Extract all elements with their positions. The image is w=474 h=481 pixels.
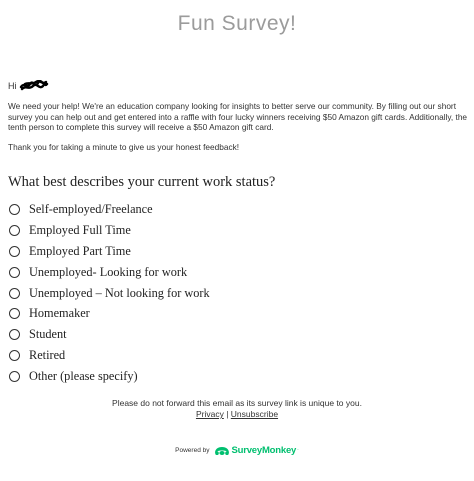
- option-label: Retired: [29, 348, 66, 363]
- radio-button-icon[interactable]: [9, 266, 20, 278]
- page-title: Fun Survey!: [177, 12, 297, 35]
- radio-button-icon[interactable]: [9, 371, 20, 383]
- option-label: Student: [29, 327, 67, 342]
- greeting-text: Hi: [8, 80, 17, 91]
- footer-links: Privacy | Unsubscribe: [0, 409, 474, 419]
- option-homemaker[interactable]: Homemaker: [9, 303, 210, 324]
- option-employed-part-time[interactable]: Employed Part Time: [9, 241, 210, 262]
- powered-by-text: Powered by: [175, 447, 210, 454]
- unsubscribe-link[interactable]: Unsubscribe: [231, 409, 278, 419]
- option-retired[interactable]: Retired: [9, 345, 210, 366]
- option-label: Other (please specify): [29, 369, 138, 384]
- option-label: Unemployed – Not looking for work: [29, 285, 210, 300]
- option-other[interactable]: Other (please specify): [9, 366, 210, 387]
- radio-button-icon[interactable]: [9, 350, 20, 362]
- radio-button-icon[interactable]: [9, 245, 20, 257]
- option-label: Self-employed/Freelance: [29, 201, 153, 216]
- option-self-employed[interactable]: Self-employed/Freelance: [9, 199, 210, 220]
- surveymonkey-logo-icon: [215, 447, 230, 455]
- intro-paragraph: We need your help! We're an education co…: [8, 101, 468, 132]
- option-label: Unemployed- Looking for work: [29, 264, 188, 279]
- question-text: What best describes your current work st…: [8, 174, 276, 190]
- surveymonkey-logo[interactable]: SurveyMonkey ·: [214, 445, 299, 456]
- option-label: Homemaker: [29, 306, 90, 321]
- option-unemployed-not-looking[interactable]: Unemployed – Not looking for work: [9, 283, 210, 304]
- forward-warning: Please do not forward this email as its …: [112, 398, 362, 408]
- thanks-paragraph: Thank you for taking a minute to give us…: [8, 142, 240, 152]
- option-employed-full-time[interactable]: Employed Full Time: [9, 220, 210, 241]
- option-student[interactable]: Student: [9, 324, 210, 345]
- greeting: Hi: [8, 80, 49, 91]
- surveymonkey-brand-name: SurveyMonkey: [231, 445, 297, 456]
- link-separator: |: [226, 409, 229, 419]
- privacy-link[interactable]: Privacy: [196, 409, 224, 419]
- radio-button-icon[interactable]: [9, 203, 20, 215]
- brand-mark: ·: [297, 447, 299, 453]
- option-unemployed-looking[interactable]: Unemployed- Looking for work: [9, 262, 210, 283]
- radio-button-icon[interactable]: [9, 287, 20, 299]
- survey-email: Fun Survey! Hi We need your help! We're …: [0, 0, 474, 481]
- radio-button-icon[interactable]: [9, 224, 20, 236]
- option-label: Employed Full Time: [29, 222, 131, 237]
- redacted-name-scribble: [19, 80, 48, 91]
- answer-options: Self-employed/Freelance Employed Full Ti…: [9, 199, 210, 387]
- radio-button-icon[interactable]: [9, 329, 20, 341]
- powered-by: Powered by SurveyMonkey ·: [0, 445, 474, 456]
- radio-button-icon[interactable]: [9, 308, 20, 320]
- option-label: Employed Part Time: [29, 243, 131, 258]
